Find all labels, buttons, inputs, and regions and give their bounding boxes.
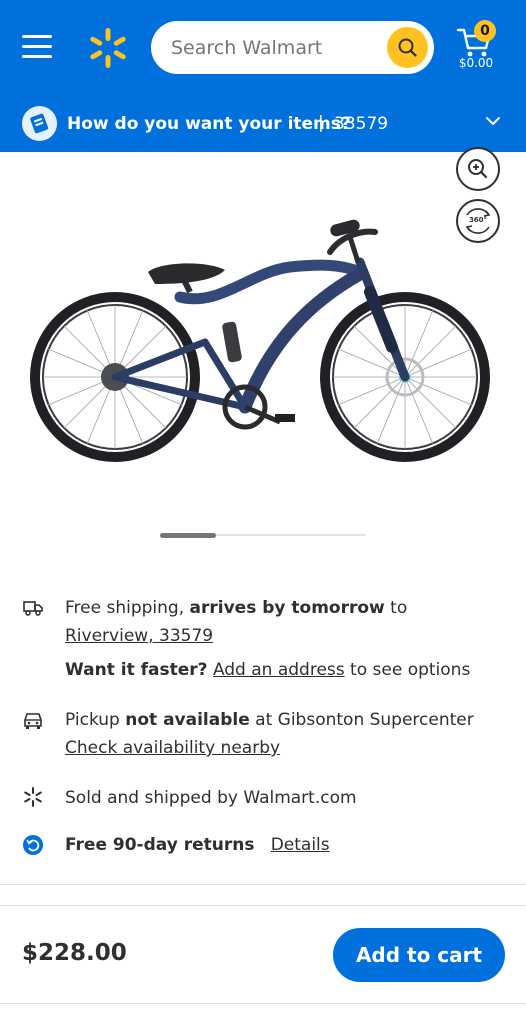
cart-total: $0.00 [458,56,494,70]
shipping-arrival: arrives by tomorrow [189,598,385,618]
add-to-cart-button[interactable]: Add to cart [333,928,505,982]
pickup-prefix: Pickup [65,710,126,730]
shipping-info: Free shipping, arrives by tomorrow to [65,594,407,622]
returns-icon [23,835,43,855]
faster-question: Want it faster? [65,660,208,680]
seller-info: Sold and shipped by Walmart.com [65,788,357,808]
top-header: 0 $0.00 [0,0,526,95]
returns-details-link[interactable]: Details [271,835,330,855]
returns-info: Free 90-day returns Details [65,831,330,859]
cart-button[interactable]: 0 $0.00 [452,20,502,74]
search-button[interactable] [387,27,428,68]
shipping-prefix: Free shipping, [65,598,190,618]
car-icon [24,713,42,729]
delivery-zip-code: 33579 [334,114,389,134]
delivery-truck-icon [23,601,43,616]
search-icon [398,38,417,57]
fulfillment-selector[interactable]: How do you want your items? | 33579 [0,95,526,152]
faster-suffix: to see options [344,660,471,680]
faster-delivery-info: Want it faster? Add an address to see op… [65,656,470,684]
walmart-spark-icon [24,787,42,807]
shipping-location-link[interactable]: Riverview, 33579 [65,626,213,646]
pickup-store: at Gibsonton Supercenter [249,710,474,730]
pickup-status: not available [125,710,250,730]
walmart-spark-logo[interactable] [86,26,130,70]
zoom-button[interactable] [456,147,500,191]
360-view-label: 360° [468,216,488,224]
zoom-icon [468,159,488,179]
menu-icon[interactable] [20,32,56,62]
returns-text: Free 90-day returns [65,835,255,855]
delivery-separator: | [318,113,324,133]
section-divider [0,905,526,906]
bottom-divider [0,1003,526,1004]
cart-count-badge: 0 [474,20,496,42]
delivery-method-icon [22,106,57,141]
add-address-link[interactable]: Add an address [213,660,345,680]
section-divider [0,884,526,885]
pickup-info: Pickup not available at Gibsonton Superc… [65,706,474,734]
fulfillment-question: How do you want your items? [67,114,351,134]
product-image-bicycle [30,219,490,462]
360-view-button[interactable]: 360° [456,199,500,243]
shipping-suffix: to [384,598,408,618]
search-bar[interactable] [151,21,434,74]
product-price: $228.00 [22,940,127,966]
search-input[interactable] [171,33,371,63]
chevron-down-icon [486,117,500,125]
check-availability-link[interactable]: Check availability nearby [65,738,280,758]
product-image-carousel[interactable] [0,152,526,538]
carousel-indicator[interactable] [160,533,216,538]
